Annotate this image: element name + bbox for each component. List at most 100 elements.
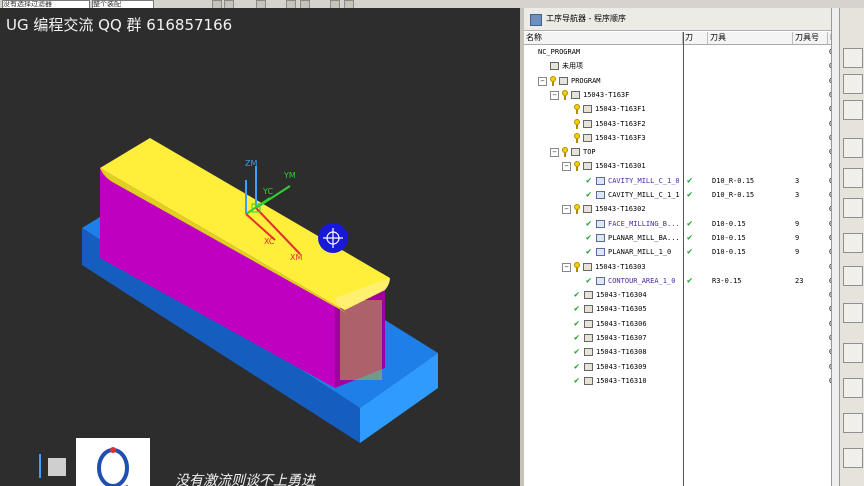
resource-tab-7[interactable] bbox=[843, 233, 863, 253]
program-folder-icon bbox=[550, 62, 559, 71]
operation-icon bbox=[596, 219, 605, 228]
tree-row-name: PLANAR_MILL_BA... bbox=[608, 233, 680, 242]
tree-row[interactable]: ✔15043-T163050 bbox=[524, 302, 835, 316]
tree-row-name: 15043-T16305 bbox=[596, 305, 647, 314]
expand-toggle-icon[interactable]: − bbox=[562, 162, 571, 172]
pin-icon bbox=[562, 89, 568, 100]
status-check-icon: ✔ bbox=[574, 304, 580, 315]
program-folder-icon bbox=[584, 291, 593, 300]
tree-row[interactable]: −TOP0 bbox=[524, 145, 835, 159]
resource-tab-11[interactable] bbox=[843, 378, 863, 398]
resource-tab-2[interactable] bbox=[843, 74, 863, 94]
expand-toggle-icon[interactable]: − bbox=[550, 90, 559, 100]
tree-row-name: 15043-T16307 bbox=[596, 334, 647, 342]
tree-row-name: PROGRAM bbox=[571, 76, 601, 85]
program-folder-icon bbox=[584, 334, 593, 342]
motto-text: 没有激流则谈不上勇进 bbox=[175, 473, 315, 486]
tree-row[interactable]: ✔PLANAR_MILL_1_0✔D10-0.1590 bbox=[524, 245, 835, 259]
column-header: 名称 刀 刀具 刀具号 I bbox=[524, 32, 836, 45]
operation-icon bbox=[596, 233, 605, 242]
tree-row[interactable]: −15043-T163020 bbox=[524, 202, 835, 216]
tree-row[interactable]: 15043-T163F30 bbox=[524, 131, 835, 145]
tree-row-name: 15043-T16310 bbox=[596, 376, 647, 385]
resource-tab-3[interactable] bbox=[843, 100, 863, 120]
tree-row[interactable]: ✔15043-T163090 bbox=[524, 360, 835, 374]
program-folder-icon bbox=[583, 262, 592, 271]
tree-row-name: 15043-T163F2 bbox=[595, 119, 646, 128]
expand-toggle-icon[interactable]: − bbox=[562, 205, 571, 215]
expand-toggle-icon[interactable]: − bbox=[550, 148, 559, 158]
operation-icon bbox=[596, 276, 605, 285]
tree-row[interactable]: −15043-T163F0 bbox=[524, 88, 835, 102]
view-triad-icon bbox=[48, 458, 66, 476]
col-tool-number[interactable]: 刀具号 bbox=[793, 32, 828, 44]
tree-row-name: 15043-T163F1 bbox=[595, 105, 646, 114]
pin-icon bbox=[574, 261, 580, 272]
resource-tab-12[interactable] bbox=[843, 413, 863, 433]
tree-row[interactable]: 15043-T163F20 bbox=[524, 117, 835, 131]
tree-row[interactable]: 15043-T163F10 bbox=[524, 102, 835, 116]
tree-row[interactable]: −15043-T163010 bbox=[524, 159, 835, 173]
resource-tab-9[interactable] bbox=[843, 303, 863, 323]
tree-row[interactable]: ✔15043-T163040 bbox=[524, 288, 835, 302]
tree-row-name: CONTOUR_AREA_1_0 bbox=[608, 276, 676, 285]
status-check-icon: ✔ bbox=[586, 232, 592, 243]
resource-tab-8[interactable] bbox=[843, 266, 863, 286]
tree-row[interactable]: ✔PLANAR_MILL_BA...✔D10-0.1590 bbox=[524, 231, 835, 245]
tree-row[interactable]: ✔CAVITY_MILL_C_1_1✔D10_R-0.1530 bbox=[524, 188, 835, 202]
status-check-icon: ✔ bbox=[586, 275, 592, 286]
tree-row[interactable]: ✔15043-T163070 bbox=[524, 331, 835, 345]
tree-row-name: 15043-T16301 bbox=[595, 162, 646, 171]
resource-tab-10[interactable] bbox=[843, 343, 863, 363]
status-check-icon: ✔ bbox=[574, 347, 580, 358]
tree-row[interactable]: −15043-T163030 bbox=[524, 260, 835, 274]
tool-number: 3 bbox=[795, 191, 800, 199]
tree-row[interactable]: ✔CONTOUR_AREA_1_0✔R3-0.15230 bbox=[524, 274, 835, 288]
status-check-icon: ✔ bbox=[586, 218, 592, 229]
tree-row[interactable]: −PROGRAM0 bbox=[524, 74, 835, 88]
tree-row[interactable]: ✔15043-T163060 bbox=[524, 317, 835, 331]
resource-tab-6[interactable] bbox=[843, 198, 863, 218]
graphics-viewport[interactable]: ZM YM YC XC XM UG 编程交流 QQ 群 616857166 没有… bbox=[0, 8, 520, 486]
tree-row[interactable]: ✔15043-T163100 bbox=[524, 374, 835, 388]
tree-row-name: FACE_MILLING_B... bbox=[608, 219, 680, 228]
resource-tab-4[interactable] bbox=[843, 138, 863, 158]
status-check-icon: ✔ bbox=[574, 318, 580, 329]
tree-row[interactable]: NC_PROGRAM0 bbox=[524, 45, 835, 59]
program-folder-icon bbox=[584, 376, 593, 385]
tool-check-icon: ✔ bbox=[687, 275, 693, 286]
col-name[interactable]: 名称 bbox=[524, 32, 683, 44]
operation-tree: NC_PROGRAM0未用项0−PROGRAM0−15043-T163F0150… bbox=[524, 45, 835, 486]
program-folder-icon bbox=[571, 148, 580, 157]
tool-check-icon: ✔ bbox=[687, 175, 693, 186]
tree-row[interactable]: 未用项0 bbox=[524, 59, 835, 73]
tree-row-name: 15043-T16302 bbox=[595, 205, 646, 214]
tree-row[interactable]: ✔FACE_MILLING_B...✔D10-0.1590 bbox=[524, 217, 835, 231]
resource-tab-1[interactable] bbox=[843, 48, 863, 68]
resource-tab-5[interactable] bbox=[843, 168, 863, 188]
navigator-title-bar: 工序导航器 - 程序顺序 bbox=[524, 8, 835, 31]
status-check-icon: ✔ bbox=[574, 333, 580, 343]
pin-icon bbox=[550, 75, 556, 86]
navigator-title: 工序导航器 - 程序顺序 bbox=[546, 14, 626, 23]
status-check-icon: ✔ bbox=[586, 247, 592, 258]
col-tool-check[interactable]: 刀 bbox=[683, 32, 708, 44]
expand-toggle-icon[interactable]: − bbox=[562, 262, 571, 272]
col-tool[interactable]: 刀具 bbox=[708, 32, 793, 44]
program-folder-icon bbox=[583, 162, 592, 171]
tree-row[interactable]: ✔CAVITY_MILL_C_1_0✔D10_R-0.1530 bbox=[524, 174, 835, 188]
part-model-render bbox=[39, 138, 438, 478]
pin-icon bbox=[574, 204, 580, 215]
status-check-icon: ✔ bbox=[574, 375, 580, 386]
resource-bar bbox=[839, 8, 864, 486]
program-folder-icon bbox=[583, 119, 592, 128]
resource-tab-13[interactable] bbox=[843, 448, 863, 468]
status-check-icon: ✔ bbox=[574, 290, 580, 301]
expand-toggle-icon[interactable]: − bbox=[538, 76, 547, 86]
tree-row[interactable]: ✔15043-T163080 bbox=[524, 345, 835, 359]
tree-row-name: 15043-T163F bbox=[583, 90, 630, 99]
tool-number: 9 bbox=[795, 233, 800, 242]
program-folder-icon bbox=[559, 76, 568, 85]
program-folder-icon bbox=[584, 319, 593, 328]
tool-check-icon: ✔ bbox=[687, 247, 693, 258]
